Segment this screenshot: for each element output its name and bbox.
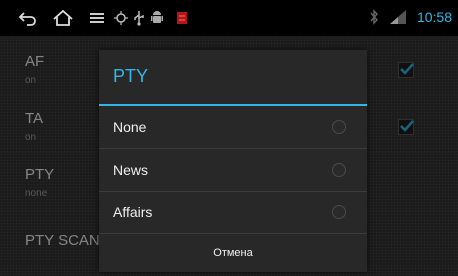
status-right: 10:58: [369, 9, 452, 25]
signal-icon: [389, 10, 406, 24]
option-label: Affairs: [113, 204, 153, 220]
dialog-title: PTY: [113, 66, 149, 86]
gps-icon: [114, 11, 128, 25]
back-icon[interactable]: [18, 9, 38, 27]
option-affairs[interactable]: Affairs: [99, 191, 367, 234]
cancel-button[interactable]: Отмена: [99, 233, 367, 273]
radio-button[interactable]: [332, 205, 346, 219]
option-label: None: [113, 119, 147, 135]
option-news[interactable]: News: [99, 149, 367, 192]
android-debug-icon: [151, 11, 163, 23]
notification-icon: [177, 12, 187, 24]
usb-icon: [134, 11, 144, 26]
home-icon[interactable]: [52, 9, 74, 27]
option-label: News: [113, 162, 149, 178]
menu-icon[interactable]: [88, 9, 106, 27]
radio-button[interactable]: [332, 163, 346, 177]
pty-dialog: PTY None News Affairs Отмена: [99, 50, 367, 272]
radio-button[interactable]: [332, 120, 346, 134]
clock: 10:58: [416, 9, 452, 25]
status-bar: 10:58: [0, 0, 458, 36]
option-none[interactable]: None: [99, 106, 367, 149]
bluetooth-icon: [370, 9, 378, 25]
